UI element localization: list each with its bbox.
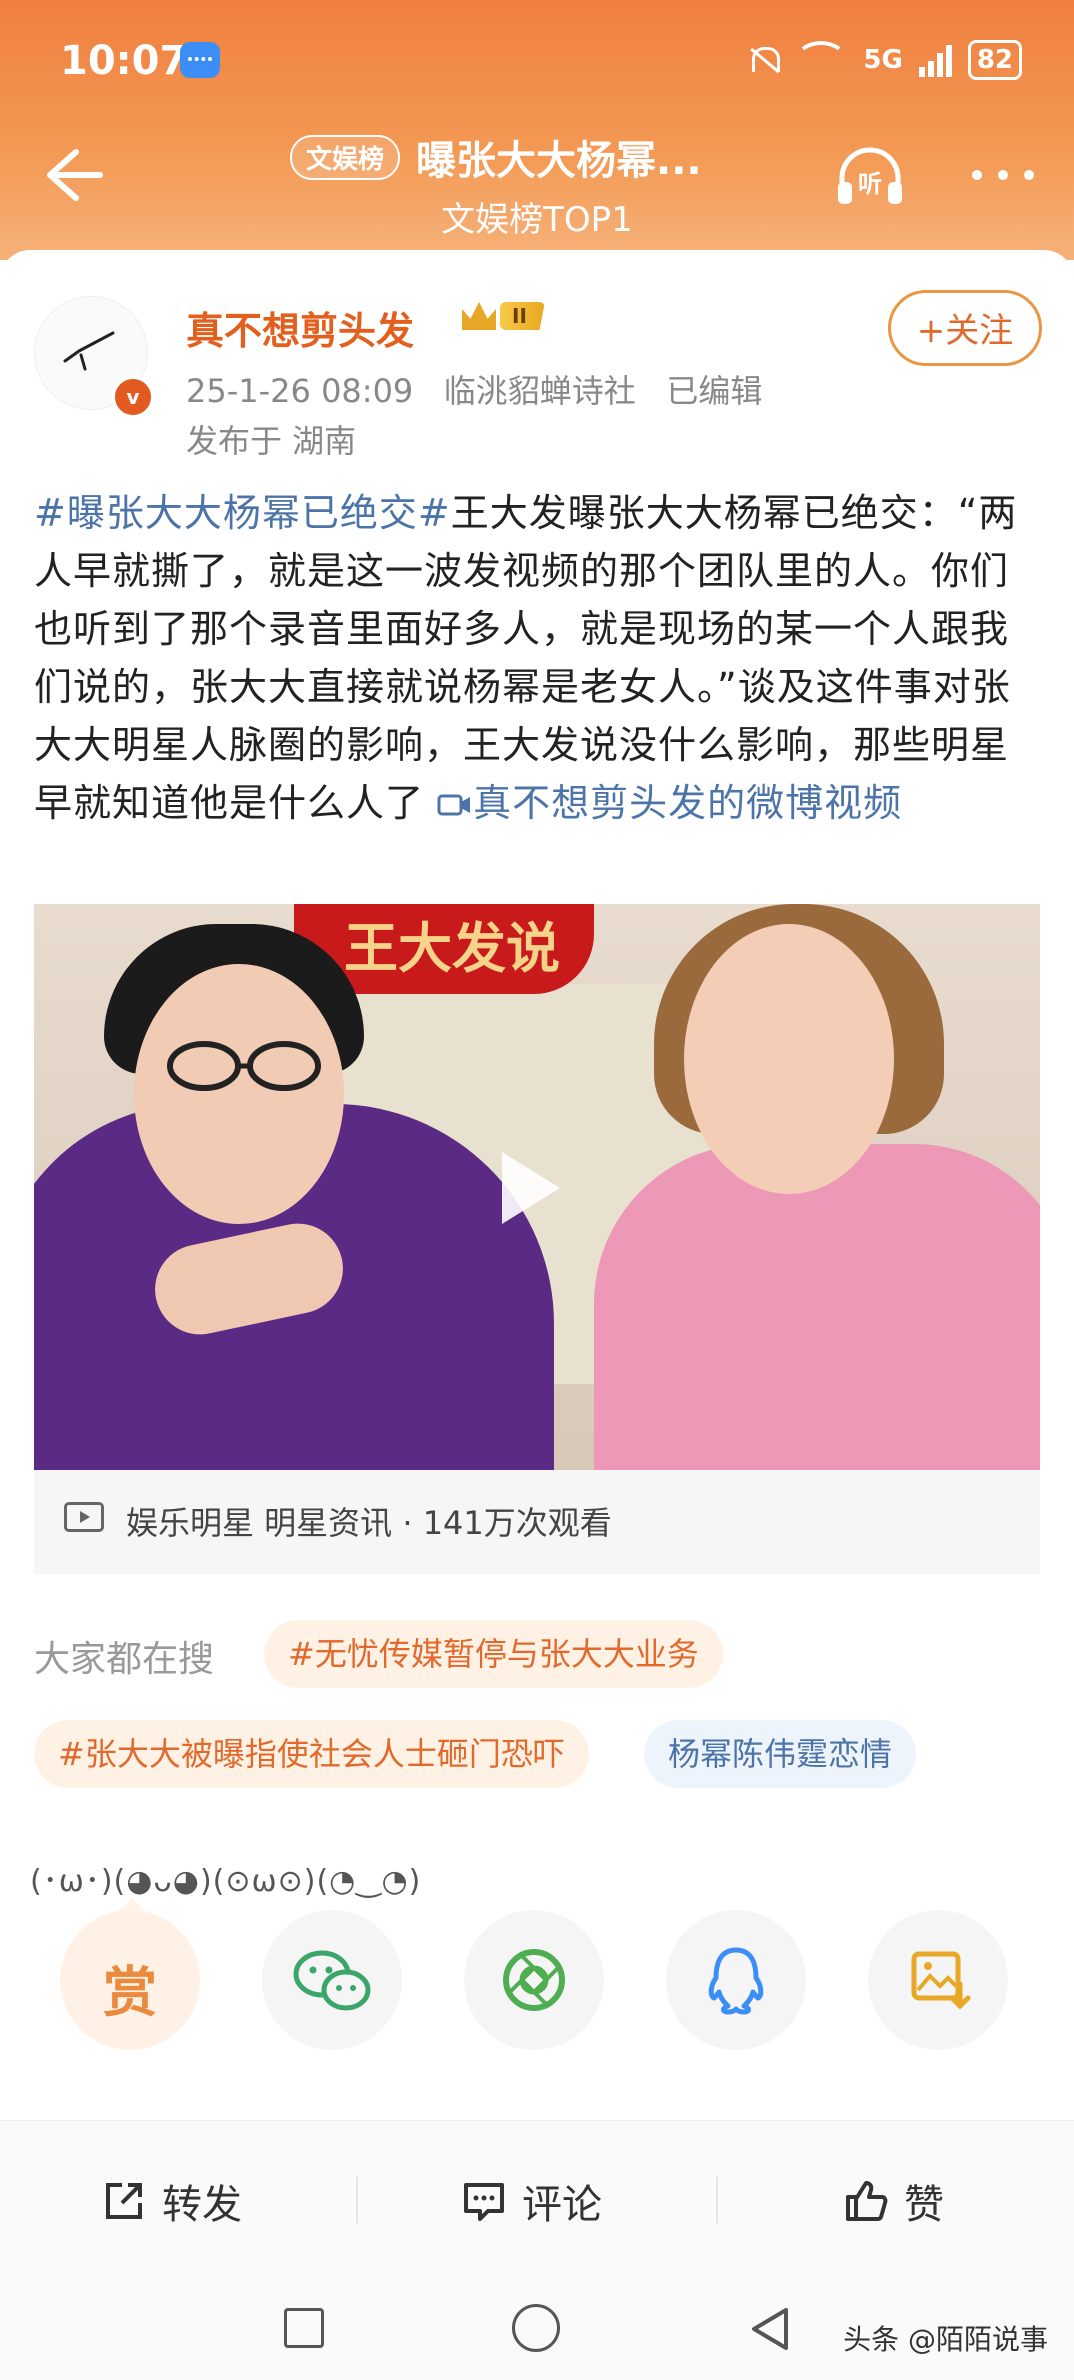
- repost-label: 转发: [162, 2182, 242, 2228]
- moments-icon: [503, 1949, 565, 2011]
- reward-label: 赏: [103, 1961, 157, 2024]
- share-qq-button[interactable]: [666, 1910, 806, 2050]
- edited-label[interactable]: 已编辑: [666, 372, 762, 410]
- video-link-label: 真不想剪头发的微博视频: [473, 781, 903, 825]
- video-person-right: [594, 1144, 1040, 1470]
- action-divider: [716, 2177, 718, 2223]
- trending-chip[interactable]: #无忧传媒暂停与张大大业务: [264, 1620, 723, 1688]
- listen-label: 听: [858, 170, 882, 198]
- post-location: 发布于 湖南: [186, 422, 357, 460]
- post-meta: 25-1-26 08:09 临洮貂蝉诗社 已编辑: [186, 366, 762, 412]
- wechat-icon: [293, 1950, 371, 2011]
- post-action-bar: 转发 评论 赞: [0, 2120, 1074, 2281]
- page-title: 曝张大大杨幂...: [416, 138, 702, 184]
- post-text: #曝张大大杨幂已绝交#王大发曝张大大杨幂已绝交：“两人早就撕了，就是这一波发视频…: [34, 484, 1040, 832]
- share-moments-button[interactable]: [464, 1910, 604, 2050]
- status-icons: 5G 82: [747, 40, 1022, 80]
- listen-headphones-icon[interactable]: 听: [834, 144, 906, 208]
- home-icon[interactable]: [512, 2304, 560, 2352]
- emoticon-bar[interactable]: (･ω･)(◕ᴗ◕)(⊙ω⊙)(◔‿◔): [30, 1856, 421, 1900]
- wifi-icon: [795, 41, 848, 79]
- system-back-icon[interactable]: [746, 2304, 794, 2354]
- nav-bar: 文娱榜 曝张大大杨幂... 文娱榜TOP1 听: [0, 120, 1074, 240]
- page-subtitle: 文娱榜TOP1: [441, 200, 633, 240]
- status-bar: 10:07 5G 82: [0, 36, 1074, 96]
- crown-icon: [462, 302, 496, 330]
- battery-indicator: 82: [967, 40, 1022, 80]
- action-divider: [356, 2177, 358, 2223]
- nav-title-group[interactable]: 文娱榜 曝张大大杨幂...: [290, 128, 702, 186]
- share-row: 赏: [0, 1910, 1074, 2070]
- like-label: 赞: [904, 2182, 944, 2228]
- message-notification-icon: [180, 42, 220, 78]
- video-info: 娱乐明星 明星资讯 · 141万次观看: [126, 1504, 612, 1542]
- video-play-icon: [64, 1502, 104, 1532]
- post-hashtag[interactable]: #曝张大大杨幂已绝交#: [34, 491, 451, 535]
- network-type: 5G: [863, 45, 903, 75]
- system-nav-bar: 头条 @陌陌说事: [0, 2280, 1074, 2380]
- video-info-bar: 娱乐明星 明星资讯 · 141万次观看: [34, 1470, 1040, 1574]
- comment-icon: [464, 2183, 504, 2221]
- comment-button[interactable]: 评论: [460, 2161, 602, 2241]
- app-header: 10:07 5G 82 文娱榜 曝张大大杨幂... 文娱榜TOP1 听: [0, 0, 1074, 260]
- save-image-button[interactable]: [868, 1910, 1008, 2050]
- video-player[interactable]: 王大发说: [34, 904, 1040, 1470]
- repost-icon: [106, 2183, 142, 2219]
- thumbs-up-icon: [846, 2181, 888, 2221]
- video-link[interactable]: 真不想剪头发的微博视频: [437, 781, 902, 825]
- level-badge: II: [462, 302, 545, 330]
- more-options-icon[interactable]: [972, 170, 1034, 180]
- avatar-sketch: [63, 331, 115, 371]
- follow-button[interactable]: +关注: [888, 290, 1042, 366]
- post-source: 临洮貂蝉诗社: [443, 372, 636, 410]
- watermark: 头条 @陌陌说事: [843, 2323, 1048, 2356]
- post-card: v 真不想剪头发 II 25-1-26 08:09 临洮貂蝉诗社 已编辑 发布于…: [0, 250, 1074, 2290]
- post-body: 王大发曝张大大杨幂已绝交：“两人早就撕了，就是这一波发视频的那个团队里的人。你们…: [34, 491, 1018, 825]
- comment-label: 评论: [522, 2182, 602, 2228]
- mute-bell-icon: [747, 43, 781, 77]
- reward-button[interactable]: 赏: [60, 1910, 200, 2050]
- trending-chip[interactable]: #张大大被曝指使社会人士砸门恐吓: [34, 1720, 589, 1788]
- verified-badge: v: [112, 376, 154, 418]
- video-banner-text: 王大发说: [344, 917, 560, 980]
- signal-icon: [918, 43, 952, 77]
- video-link-icon: [437, 794, 471, 816]
- status-time: 10:07: [60, 38, 188, 84]
- share-wechat-button[interactable]: [262, 1910, 402, 2050]
- like-button[interactable]: 赞: [842, 2161, 944, 2241]
- recent-apps-icon[interactable]: [284, 2308, 324, 2348]
- level-label: II: [500, 302, 545, 330]
- qq-icon: [708, 1947, 764, 2015]
- list-tag: 文娱榜: [290, 134, 401, 180]
- author-name[interactable]: 真不想剪头发: [186, 300, 414, 355]
- repost-button[interactable]: 转发: [100, 2161, 242, 2241]
- play-icon[interactable]: [502, 1152, 560, 1224]
- trending-chip[interactable]: 杨幂陈伟霆恋情: [644, 1720, 917, 1788]
- trending-search-label: 大家都在搜: [34, 1639, 215, 1680]
- glasses-shape: [167, 1041, 321, 1091]
- post-timestamp: 25-1-26 08:09: [186, 372, 414, 410]
- save-image-icon: [911, 1951, 971, 2010]
